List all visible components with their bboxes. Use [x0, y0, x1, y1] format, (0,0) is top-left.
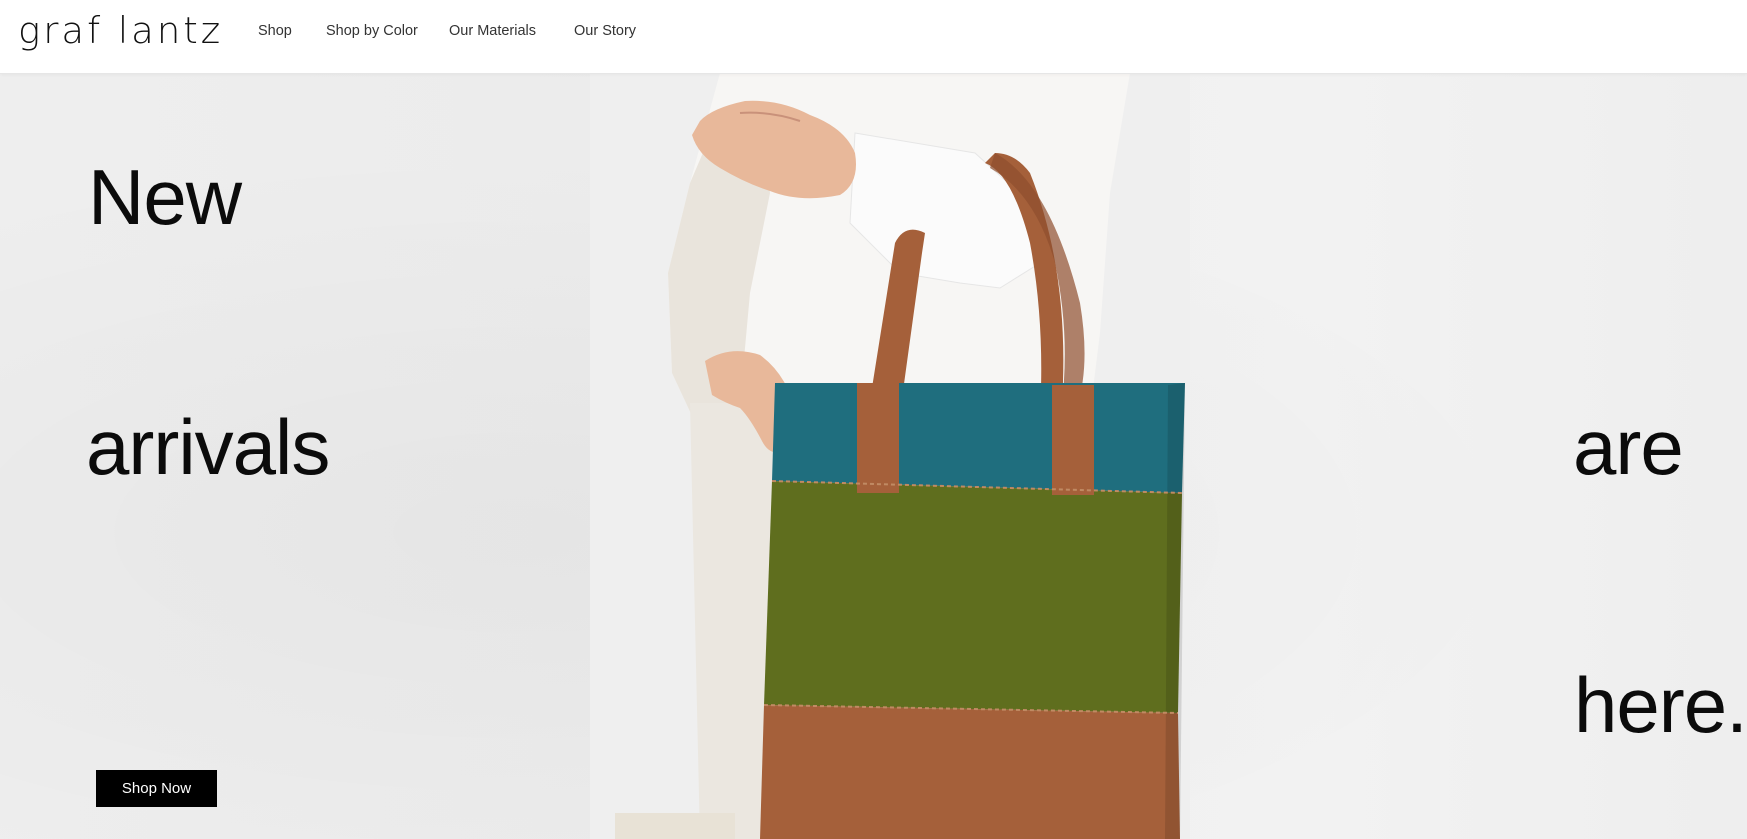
nav-item-our-story[interactable]: Our Story	[574, 23, 636, 39]
hero-banner: New arrivals are here. Shop Now	[0, 73, 1747, 839]
bag-panel-leather	[760, 705, 1180, 839]
brand-logo[interactable]: graf lantz	[18, 6, 223, 57]
bag-panel-green	[764, 481, 1182, 713]
pedestal	[615, 813, 735, 839]
hero-word-3: are	[1573, 403, 1684, 491]
bag-strap-right	[1052, 385, 1094, 495]
bag-strap-left	[857, 383, 899, 493]
hero-word-2: arrivals	[86, 403, 330, 491]
nav-item-shop-by-color[interactable]: Shop by Color	[326, 23, 418, 39]
hero-word-1: New	[88, 153, 242, 241]
site-header: graf lantz Shop Shop by Color Our Materi…	[0, 0, 1747, 74]
hero-word-4: here.	[1574, 661, 1747, 749]
nav-item-shop[interactable]: Shop	[258, 23, 292, 39]
bag-panel-teal	[772, 383, 1185, 493]
nav-item-our-materials[interactable]: Our Materials	[449, 23, 536, 39]
shop-now-button[interactable]: Shop Now	[96, 770, 217, 807]
